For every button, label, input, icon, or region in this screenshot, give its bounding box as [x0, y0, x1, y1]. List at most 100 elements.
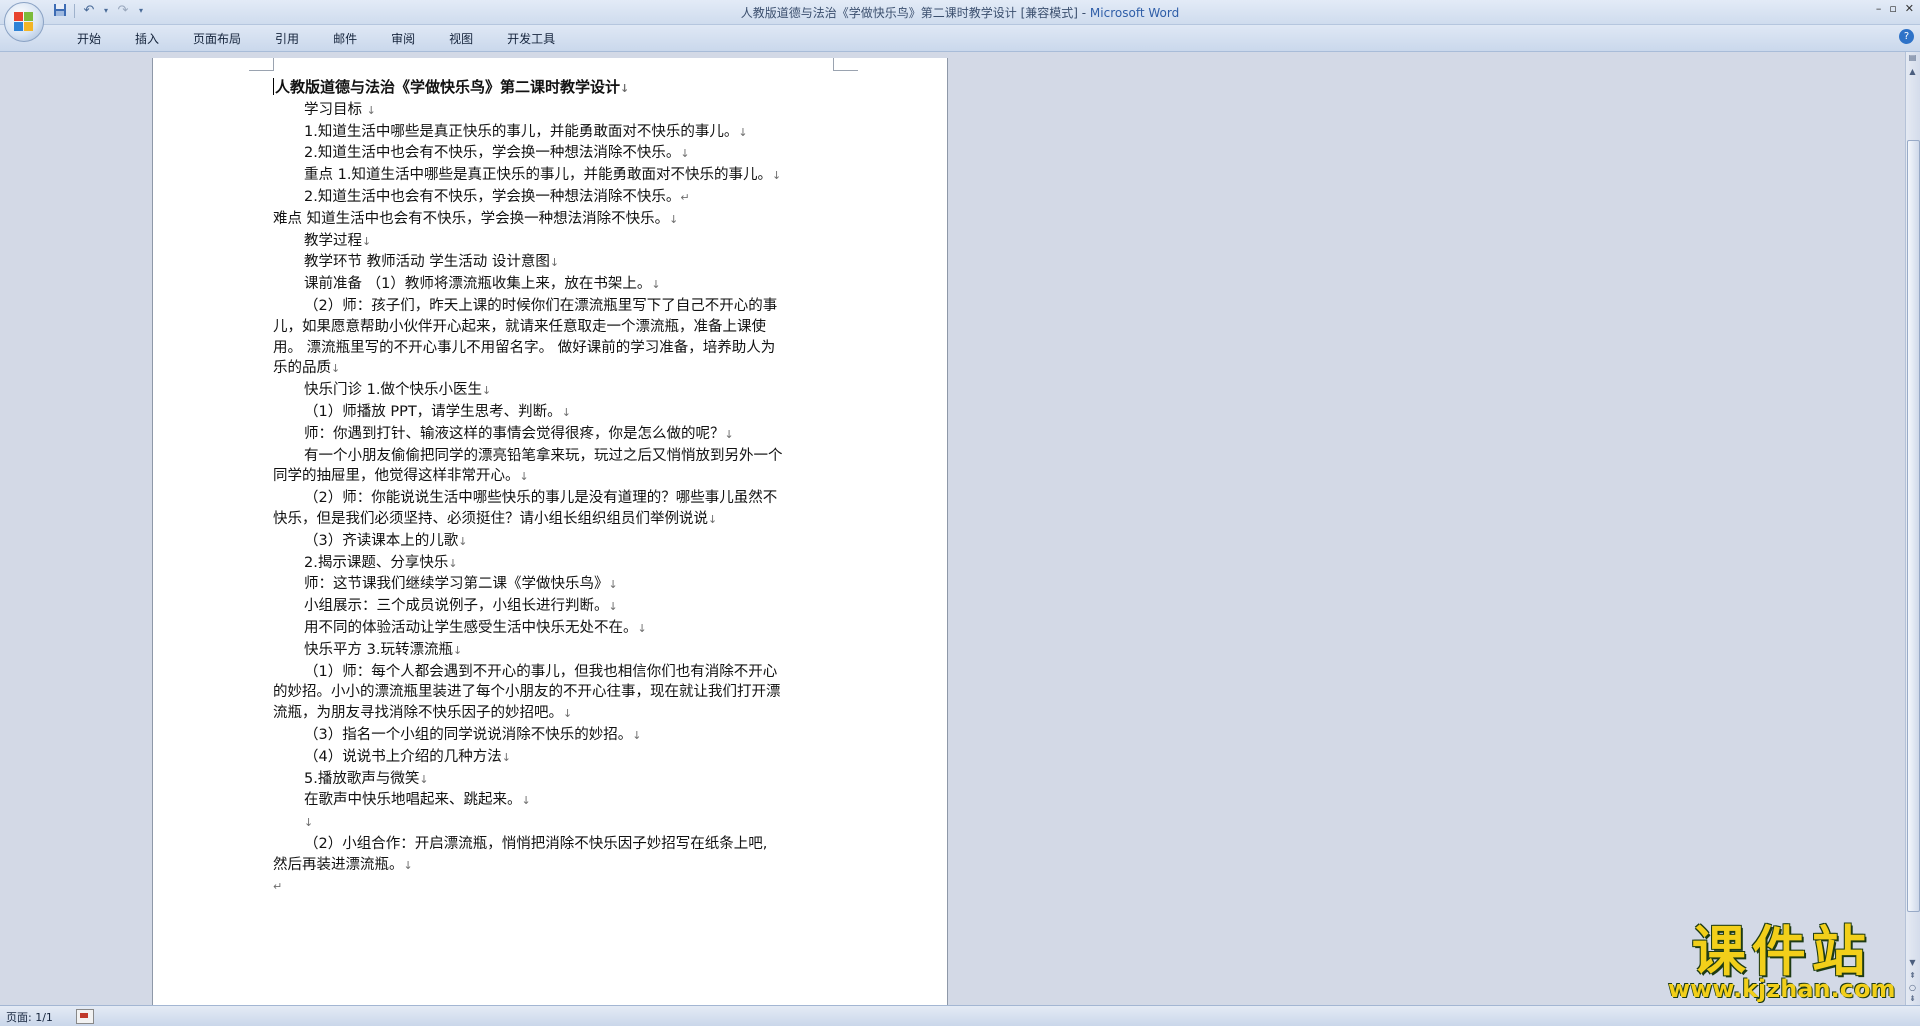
- paragraph-mark: ↓: [651, 278, 661, 292]
- document-line[interactable]: 小组展示：三个成员说例子，小组长进行判断。↓: [273, 596, 833, 618]
- document-line-text: 流瓶，为朋友寻找消除不快乐因子的妙招吧。: [273, 705, 563, 722]
- document-line[interactable]: 用不同的体验活动让学生感受生活中快乐无处不在。↓: [273, 618, 833, 640]
- ruler-toggle-icon[interactable]: ▤: [1907, 52, 1918, 64]
- document-line[interactable]: 学习目标 ↓: [273, 100, 833, 122]
- maximize-icon[interactable]: ▫: [1889, 2, 1896, 15]
- ribbon-tabs: 开始 插入 页面布局 引用 邮件 审阅 视图 开发工具 ?: [0, 25, 1920, 52]
- tab-insert[interactable]: 插入: [118, 29, 176, 49]
- next-page-icon[interactable]: ⇟: [1907, 993, 1918, 1005]
- paragraph-mark: ↓: [519, 470, 529, 484]
- status-bar: 页面: 1/1: [0, 1005, 1920, 1026]
- document-name: 人教版道德与法治《学做快乐鸟》第二课时教学设计 [兼容模式] -: [740, 6, 1090, 20]
- page-indicator[interactable]: 页面: 1/1: [6, 1009, 53, 1025]
- paragraph-mark: ↓: [304, 816, 314, 830]
- paragraph-mark: ↓: [452, 643, 463, 657]
- document-line-text: 然后再装进漂流瓶。: [273, 856, 404, 873]
- document-line[interactable]: （2）师：你能说说生活中哪些快乐的事儿是没有道理的？哪些事儿虽然不: [273, 488, 833, 509]
- tab-view[interactable]: 视图: [432, 29, 490, 49]
- close-icon[interactable]: ✕: [1905, 2, 1914, 15]
- document-line-text: （3）指名一个小组的同学说说消除不快乐的妙招。: [304, 726, 633, 743]
- document-line-text: 快乐，但是我们必须坚持、必须挺住？请小组长组织组员们举例说说: [273, 510, 708, 527]
- paragraph-mark: ↓: [708, 512, 718, 526]
- document-line[interactable]: （1）师播放 PPT，请学生思考、判断。↓: [273, 402, 833, 424]
- tab-page-layout[interactable]: 页面布局: [176, 29, 258, 49]
- document-line[interactable]: 2.知道生活中也会有不快乐，学会换一种想法消除不快乐。↵: [273, 187, 833, 209]
- document-line[interactable]: 师：你遇到打针、输液这样的事情会觉得很疼，你是怎么做的呢？↓: [273, 424, 833, 446]
- document-line[interactable]: 快乐，但是我们必须坚持、必须挺住？请小组长组织组员们举例说说↓: [273, 509, 833, 531]
- document-line-text: 教学环节 教师活动 学生活动 设计意图: [304, 254, 550, 271]
- macro-recording-icon[interactable]: [76, 1009, 94, 1024]
- minimize-icon[interactable]: –: [1876, 2, 1882, 15]
- document-title[interactable]: 人教版道德与法治《学做快乐鸟》第二课时教学设计↓: [273, 77, 833, 100]
- document-line-text: （3）齐读课本上的儿歌: [304, 532, 459, 549]
- document-line[interactable]: 1.知道生活中哪些是真正快乐的事儿，并能勇敢面对不快乐的事儿。↓: [273, 122, 833, 144]
- document-line[interactable]: 同学的抽屉里，他觉得这样非常开心。↓: [273, 466, 833, 488]
- office-button[interactable]: [4, 2, 44, 42]
- scroll-thumb[interactable]: [1907, 140, 1920, 912]
- document-line[interactable]: 用。 漂流瓶里写的不开心事儿不用留名字。 做好课前的学习准备，培养助人为: [273, 338, 833, 359]
- document-line[interactable]: 教学环节 教师活动 学生活动 设计意图↓: [273, 252, 833, 274]
- paragraph-mark: ↵: [273, 880, 283, 894]
- document-line[interactable]: 课前准备 （1）教师将漂流瓶收集上来，放在书架上。↓: [273, 274, 833, 296]
- vertical-scrollbar[interactable]: ▤ ▲ ▼ ⇞ ○ ⇟: [1905, 52, 1920, 1005]
- document-line[interactable]: （4）说说书上介绍的几种方法↓: [273, 747, 833, 769]
- paragraph-mark: ↓: [771, 169, 782, 183]
- document-line[interactable]: 快乐门诊 1.做个快乐小医生↓: [273, 380, 833, 402]
- document-page[interactable]: 人教版道德与法治《学做快乐鸟》第二课时教学设计↓ 学习目标 ↓ 1.知道生活中哪些…: [152, 58, 948, 1012]
- document-line[interactable]: ↵: [273, 876, 833, 898]
- document-line-text: 小组展示：三个成员说例子，小组长进行判断。: [304, 598, 609, 615]
- document-line[interactable]: 2.知道生活中也会有不快乐，学会换一种想法消除不快乐。↓: [273, 143, 833, 165]
- document-line[interactable]: 的妙招。小小的漂流瓶里装进了每个小朋友的不开心往事，现在就让我们打开漂: [273, 682, 833, 703]
- watermark-text: 课件站: [1691, 920, 1872, 983]
- document-line[interactable]: （2）小组合作：开启漂流瓶，悄悄把消除不快乐因子妙招写在纸条上吧,: [273, 834, 833, 855]
- document-line[interactable]: （2）师：孩子们，昨天上课的时候你们在漂流瓶里写下了自己不开心的事: [273, 296, 833, 317]
- document-title-text: 人教版道德与法治《学做快乐鸟》第二课时教学设计: [275, 78, 621, 96]
- document-line[interactable]: 快乐平方 3.玩转漂流瓶↓: [273, 640, 833, 662]
- tab-mailings[interactable]: 邮件: [316, 29, 374, 49]
- document-line[interactable]: ↓: [273, 812, 833, 834]
- window-title: 人教版道德与法治《学做快乐鸟》第二课时教学设计 [兼容模式] - Microso…: [0, 4, 1920, 21]
- document-body[interactable]: 人教版道德与法治《学做快乐鸟》第二课时教学设计↓ 学习目标 ↓ 1.知道生活中哪些…: [273, 77, 833, 898]
- tab-developer[interactable]: 开发工具: [490, 29, 572, 49]
- document-line-text: 师：你遇到打针、输液这样的事情会觉得很疼，你是怎么做的呢？: [304, 425, 725, 442]
- document-line[interactable]: 儿，如果愿意帮助小伙伴开心起来，就请来任意取走一个漂流瓶，准备上课使: [273, 317, 833, 338]
- watermark-url: www.kjzhan.com: [1668, 975, 1896, 1003]
- window-controls: – ▫ ✕: [1876, 2, 1914, 15]
- tab-references[interactable]: 引用: [258, 29, 316, 49]
- previous-page-icon[interactable]: ⇞: [1907, 970, 1918, 982]
- document-line[interactable]: 师：这节课我们继续学习第二课《学做快乐鸟》↓: [273, 574, 833, 596]
- document-line[interactable]: （3）指名一个小组的同学说说消除不快乐的妙招。↓: [273, 725, 833, 747]
- document-line[interactable]: 5.播放歌声与微笑↓: [273, 769, 833, 791]
- paragraph-mark: ↓: [521, 794, 531, 808]
- document-line[interactable]: 重点 1.知道生活中哪些是真正快乐的事儿，并能勇敢面对不快乐的事儿。↓: [273, 165, 833, 187]
- document-line-text: 2.揭示课题、分享快乐: [304, 554, 449, 571]
- document-line[interactable]: 教学过程↓: [273, 231, 833, 253]
- document-line[interactable]: 乐的品质↓: [273, 358, 833, 380]
- document-line[interactable]: 然后再装进漂流瓶。↓: [273, 855, 833, 877]
- paragraph-mark: ↓: [680, 147, 690, 161]
- document-line[interactable]: 在歌声中快乐地唱起来、跳起来。↓: [273, 790, 833, 812]
- paragraph-mark: ↓: [501, 750, 511, 764]
- document-line-text: （1）师播放 PPT，请学生思考、判断。: [304, 403, 562, 420]
- document-line[interactable]: 难点 知道生活中也会有不快乐，学会换一种想法消除不快乐。↓: [273, 209, 833, 231]
- scroll-up-icon[interactable]: ▲: [1907, 66, 1918, 78]
- document-line-text: 5.播放歌声与微笑: [304, 770, 420, 787]
- document-line[interactable]: 有一个小朋友偷偷把同学的漂亮铅笔拿来玩，玩过之后又悄悄放到另外一个: [273, 446, 833, 467]
- tab-home[interactable]: 开始: [60, 29, 118, 49]
- document-line-text: （2）小组合作：开启漂流瓶，悄悄把消除不快乐因子妙招写在纸条上吧,: [304, 835, 768, 852]
- paragraph-mark: ↓: [637, 621, 647, 635]
- help-icon[interactable]: ?: [1899, 29, 1914, 44]
- document-line[interactable]: 2.揭示课题、分享快乐↓: [273, 553, 833, 575]
- document-line[interactable]: 流瓶，为朋友寻找消除不快乐因子的妙招吧。↓: [273, 703, 833, 725]
- tab-review[interactable]: 审阅: [374, 29, 432, 49]
- document-line-text: 课前准备 （1）教师将漂流瓶收集上来，放在书架上。: [304, 276, 652, 293]
- watermark-logo: 课件站 www.kjzhan.com: [1668, 920, 1896, 1003]
- paragraph-mark: ↓: [366, 103, 376, 117]
- document-line[interactable]: （3）齐读课本上的儿歌↓: [273, 531, 833, 553]
- document-line-text: 2.知道生活中也会有不快乐，学会换一种想法消除不快乐。: [304, 145, 681, 162]
- scroll-down-icon[interactable]: ▼: [1907, 957, 1918, 969]
- tab-list: 开始 插入 页面布局 引用 邮件 审阅 视图 开发工具: [60, 29, 572, 49]
- document-line-text: 1.知道生活中哪些是真正快乐的事儿，并能勇敢面对不快乐的事儿。: [304, 123, 739, 140]
- document-line[interactable]: （1）师：每个人都会遇到不开心的事儿，但我也相信你们也有消除不开心: [273, 662, 833, 683]
- document-line-text: 在歌声中快乐地唱起来、跳起来。: [304, 792, 522, 809]
